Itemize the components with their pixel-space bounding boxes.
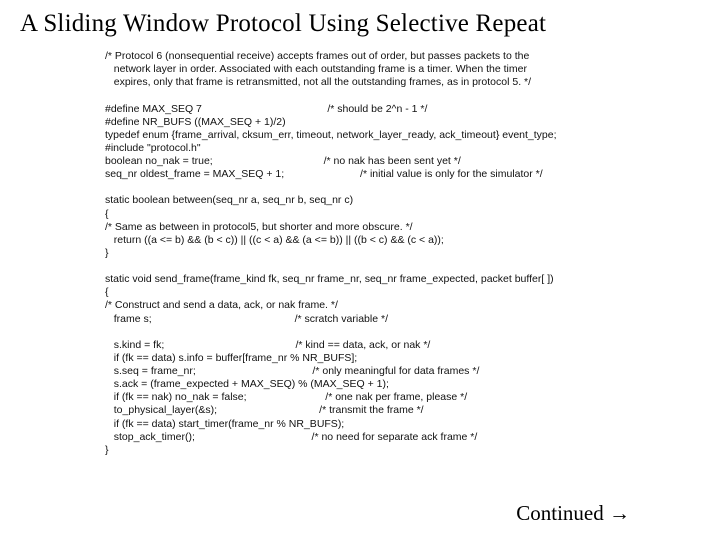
code-line: if (fk == data) start_timer(frame_nr % N… <box>105 418 344 430</box>
slide: A Sliding Window Protocol Using Selectiv… <box>0 0 720 540</box>
code-line: static boolean between(seq_nr a, seq_nr … <box>105 194 353 206</box>
code-line: return ((a <= b) && (b < c)) || ((c < a)… <box>105 234 444 246</box>
continued-label: Continued → <box>516 501 630 526</box>
code-line: #define MAX_SEQ 7 /* should be 2^n - 1 *… <box>105 103 427 115</box>
code-line: s.kind = fk; /* kind == data, ack, or na… <box>105 339 430 351</box>
code-line: seq_nr oldest_frame = MAX_SEQ + 1; /* in… <box>105 168 543 180</box>
code-line: /* Construct and send a data, ack, or na… <box>105 299 338 311</box>
code-line: network layer in order. Associated with … <box>105 63 527 75</box>
code-line: #include "protocol.h" <box>105 142 201 154</box>
code-line: { <box>105 208 109 220</box>
code-line: to_physical_layer(&s); /* transmit the f… <box>105 404 424 416</box>
page-title: A Sliding Window Protocol Using Selectiv… <box>20 10 700 38</box>
code-line: static void send_frame(frame_kind fk, se… <box>105 273 554 285</box>
code-line: if (fk == data) s.info = buffer[frame_nr… <box>105 352 357 364</box>
code-listing: /* Protocol 6 (nonsequential receive) ac… <box>105 50 700 457</box>
code-line: expires, only that frame is retransmitte… <box>105 76 531 88</box>
code-line: frame s; /* scratch variable */ <box>105 313 388 325</box>
code-line: if (fk == nak) no_nak = false; /* one na… <box>105 391 467 403</box>
code-line: { <box>105 286 109 298</box>
code-line: /* Same as between in protocol5, but sho… <box>105 221 413 233</box>
code-line: s.ack = (frame_expected + MAX_SEQ) % (MA… <box>105 378 389 390</box>
code-line: /* Protocol 6 (nonsequential receive) ac… <box>105 50 529 62</box>
code-line: s.seq = frame_nr; /* only meaningful for… <box>105 365 479 377</box>
code-line: #define NR_BUFS ((MAX_SEQ + 1)/2) <box>105 116 286 128</box>
code-line: boolean no_nak = true; /* no nak has bee… <box>105 155 461 167</box>
code-line: typedef enum {frame_arrival, cksum_err, … <box>105 129 557 141</box>
code-line: } <box>105 247 109 259</box>
code-line: stop_ack_timer(); /* no need for separat… <box>105 431 477 443</box>
code-line: } <box>105 444 109 456</box>
